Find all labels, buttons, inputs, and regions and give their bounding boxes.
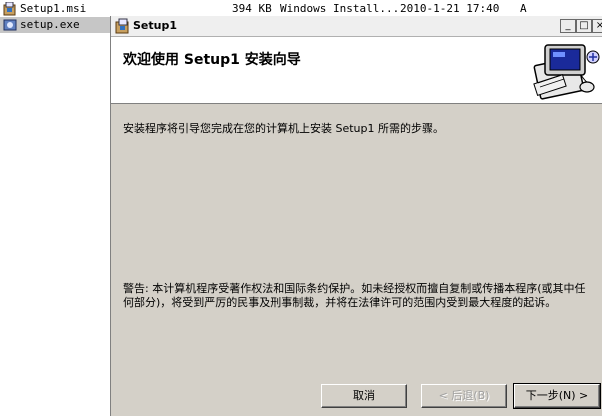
computer-setup-icon — [523, 39, 602, 101]
header-panel: 欢迎使用 Setup1 安装向导 — [111, 37, 602, 104]
file-date: 2010-1-21 17:40 — [400, 2, 500, 15]
setup-app-icon — [115, 18, 131, 34]
cancel-button[interactable]: 取消 — [321, 384, 407, 408]
minimize-button[interactable]: _ — [560, 19, 576, 33]
file-attr: A — [520, 2, 527, 15]
copyright-warning: 警告: 本计算机程序受著作权法和国际条约保护。如未经授权而擅自复制或传播本程序(… — [123, 282, 586, 309]
close-button[interactable]: × — [592, 19, 602, 33]
maximize-button[interactable]: □ — [576, 19, 592, 33]
file-name: setup.exe — [20, 18, 80, 31]
setup-exe-icon — [3, 18, 17, 32]
setup-dialog: Setup1 _ □ × 欢迎使用 Setup1 安装向导 安装程序将引导您完成… — [110, 16, 602, 416]
file-type: Windows Install... — [280, 2, 400, 15]
wizard-title: 欢迎使用 Setup1 安装向导 — [123, 52, 301, 68]
dialog-titlebar[interactable]: Setup1 _ □ × — [111, 16, 602, 37]
dialog-title: Setup1 — [133, 19, 177, 32]
msi-package-icon — [3, 1, 17, 16]
file-name: Setup1.msi — [20, 2, 87, 15]
back-button[interactable]: < 后退(B) — [421, 384, 507, 408]
next-button[interactable]: 下一步(N) > — [513, 383, 601, 409]
intro-text: 安装程序将引导您完成在您的计算机上安装 Setup1 所需的步骤。 — [123, 122, 445, 135]
file-row-setup1-msi[interactable]: Setup1.msi 394 KB Windows Install... 201… — [0, 1, 602, 17]
file-size: 394 KB — [232, 2, 272, 15]
